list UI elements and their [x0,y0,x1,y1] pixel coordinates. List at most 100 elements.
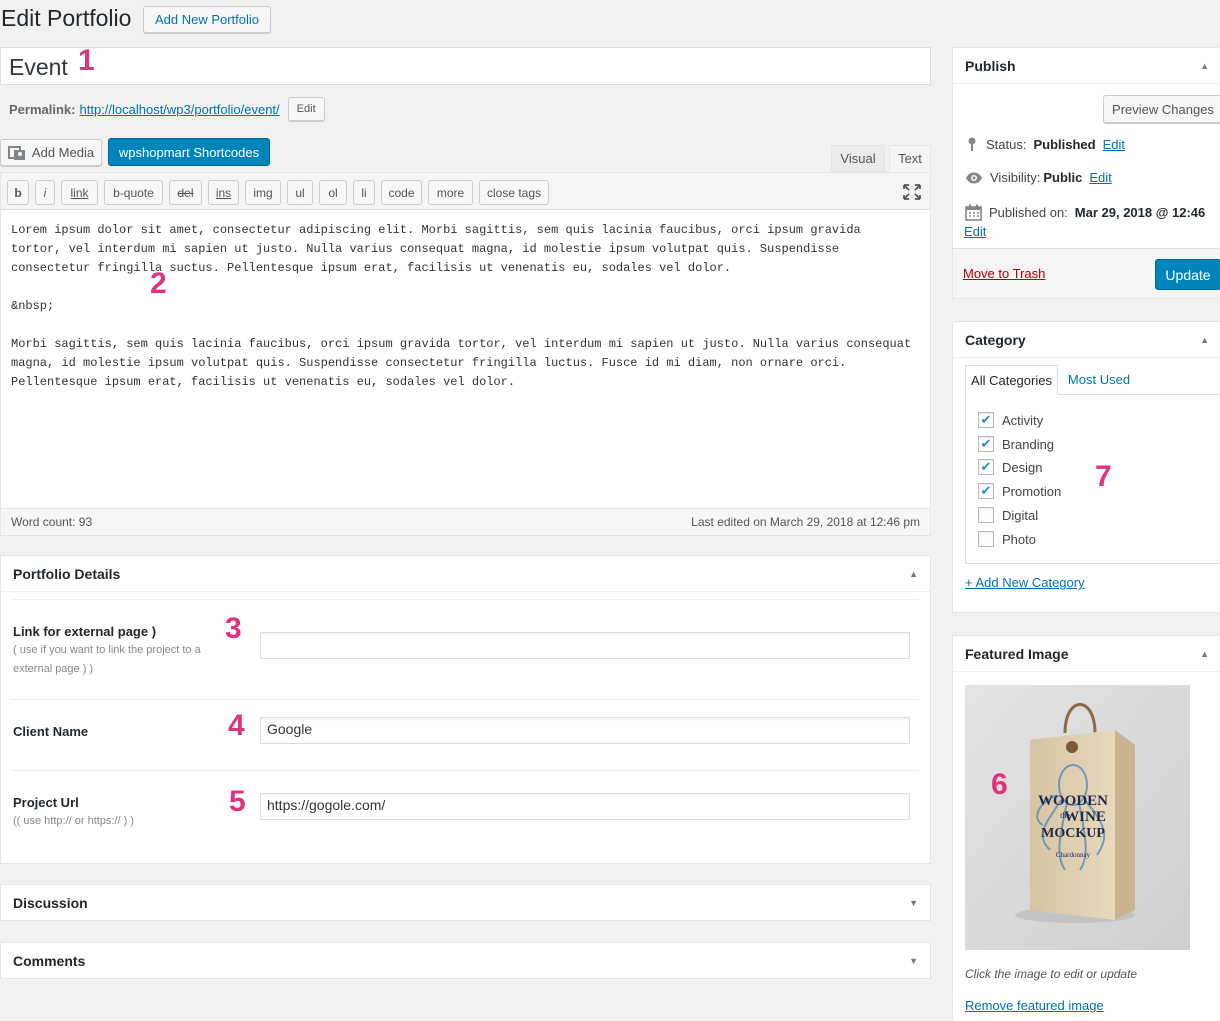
category-item-photo[interactable]: Photo [978,531,1036,547]
qt-close-tags-button[interactable]: close tags [479,180,549,205]
category-checklist: ✔ Activity ✔ Branding ✔ Design ✔ Promotion D… [965,394,1220,564]
publish-title: Publish [965,57,1016,74]
featured-image-header[interactable]: Featured Image ▲ [953,636,1220,672]
preview-changes-button[interactable]: Preview Changes [1103,95,1220,123]
visibility-row: Visibility: Public Edit [965,170,1112,185]
tab-all-categories[interactable]: All Categories [965,365,1058,395]
field-row-project-url: Project Url (( use http:// or https:// )… [11,770,919,850]
box-label-line-4: MOCKUP [1041,826,1105,841]
permalink-row: Permalink: http://localhost/wp3/portfoli… [9,97,325,121]
qt-italic-button[interactable]: i [35,180,55,205]
featured-image-thumbnail[interactable]: WOODEN the WINE MOCKUP Chardonnay [965,685,1190,950]
checkbox-empty-icon[interactable] [978,531,994,547]
portfolio-details-box: Portfolio Details ▲ Link for external pa… [0,555,931,864]
field-note-project-url: (( use http:// or https:// ) ) [13,815,135,827]
qt-ins-button[interactable]: ins [208,180,239,205]
collapse-arrow-icon[interactable]: ▲ [909,569,918,579]
qt-ul-button[interactable]: ul [287,180,313,205]
category-title: Category [965,331,1026,348]
field-note-external-link: ( use if you want to link the project to… [13,644,201,675]
annotation-4: 4 [228,709,245,742]
editor-textarea[interactable]: Lorem ipsum dolor sit amet, consectetur … [11,221,921,392]
tab-most-used[interactable]: Most Used [1063,365,1135,394]
annotation-2: 2 [150,267,167,300]
qt-ol-button[interactable]: ol [319,180,347,205]
published-on-edit-link[interactable]: Edit [964,224,986,239]
box-label-line-3: WINE [1064,809,1106,825]
remove-featured-image-link[interactable]: Remove featured image [965,998,1104,1013]
permalink-label: Permalink: [9,101,76,117]
status-value: Published [1033,136,1096,152]
publish-header[interactable]: Publish ▲ [953,48,1220,84]
external-link-input[interactable] [260,632,910,659]
add-media-label: Add Media [31,145,95,160]
status-edit-link[interactable]: Edit [1103,137,1125,152]
permalink-url-link[interactable]: http://localhost/wp3/portfolio/event/ [79,102,279,117]
featured-image-title: Featured Image [965,645,1069,662]
page-title: Edit Portfolio [1,5,132,31]
checkbox-checked-icon[interactable]: ✔ [978,459,994,475]
word-count: Word count: 93 [11,515,93,529]
collapse-arrow-icon[interactable]: ▲ [1200,649,1209,659]
annotation-6: 6 [991,768,1008,801]
published-on-row: Published on: Mar 29, 2018 @ 12:46 [965,204,1205,221]
category-box: Category ▲ All Categories Most Used ✔ Act… [952,321,1220,613]
status-label: Status: [986,136,1027,152]
annotation-7: 7 [1095,460,1112,493]
project-url-input[interactable]: https://gogole.com/ [260,793,910,820]
status-row: Status: Published Edit [965,136,1125,152]
category-item-promotion[interactable]: ✔ Promotion [978,483,1061,499]
qt-bquote-button[interactable]: b-quote [104,180,163,205]
published-on-value: Mar 29, 2018 @ 12:46 [1074,205,1206,220]
category-item-branding[interactable]: ✔ Branding [978,436,1054,452]
pin-icon [968,137,976,151]
checkbox-checked-icon[interactable]: ✔ [978,412,994,428]
category-item-design[interactable]: ✔ Design [978,459,1042,475]
permalink-edit-button[interactable]: Edit [287,97,325,121]
qt-bold-button[interactable]: b [7,180,29,205]
qt-li-button[interactable]: li [353,180,375,205]
tab-text[interactable]: Text [889,145,931,172]
discussion-title: Discussion [13,895,88,911]
tab-visual[interactable]: Visual [831,145,885,172]
client-name-input[interactable]: Google [260,717,910,744]
visibility-edit-link[interactable]: Edit [1089,170,1111,185]
wpshopmart-shortcodes-button[interactable]: wpshopmart Shortcodes [108,138,270,166]
annotation-5: 5 [229,785,246,818]
checkbox-empty-icon[interactable] [978,507,994,523]
collapse-arrow-icon[interactable]: ▲ [1200,61,1209,71]
category-item-activity[interactable]: ✔ Activity [978,412,1043,428]
expand-arrow-icon[interactable]: ▼ [909,956,918,966]
featured-image-box: Featured Image ▲ WOODEN the WINE MOCKUP … [952,635,1220,1021]
publish-box: Publish ▲ Preview Changes Status: Publis… [952,47,1220,299]
category-item-digital[interactable]: Digital [978,507,1038,523]
fullscreen-icon[interactable] [903,184,921,200]
collapse-arrow-icon[interactable]: ▲ [1200,335,1209,345]
checkbox-checked-icon[interactable]: ✔ [978,483,994,499]
field-row-external-link: Link for external page ) ( use if you wa… [11,599,919,699]
comments-box[interactable]: Comments ▼ [0,942,931,979]
media-icon [7,145,25,160]
annotation-3: 3 [225,612,242,645]
post-title-input[interactable]: Event [0,47,931,85]
checkbox-checked-icon[interactable]: ✔ [978,436,994,452]
qt-more-button[interactable]: more [428,180,473,205]
wine-box-image: WOODEN the WINE MOCKUP Chardonnay [965,685,1190,950]
qt-img-button[interactable]: img [245,180,281,205]
add-new-portfolio-button[interactable]: Add New Portfolio [143,6,271,33]
update-button[interactable]: Update [1155,259,1220,290]
move-to-trash-link[interactable]: Move to Trash [963,266,1045,281]
field-label-external-link: Link for external page ) [13,624,157,639]
qt-code-button[interactable]: code [381,180,422,205]
add-media-button[interactable]: Add Media [0,139,102,166]
qt-link-button[interactable]: link [61,180,98,205]
discussion-box[interactable]: Discussion ▼ [0,884,931,921]
category-header[interactable]: Category ▲ [953,322,1220,358]
portfolio-details-title: Portfolio Details [13,565,121,582]
portfolio-details-header[interactable]: Portfolio Details ▲ [1,556,930,592]
expand-arrow-icon[interactable]: ▼ [909,898,918,908]
annotation-1: 1 [78,44,95,77]
quicktags-toolbar: b i link b-quote del ins img ul ol li co… [1,173,930,210]
add-new-category-link[interactable]: + Add New Category [965,575,1085,590]
qt-del-button[interactable]: del [169,180,202,205]
